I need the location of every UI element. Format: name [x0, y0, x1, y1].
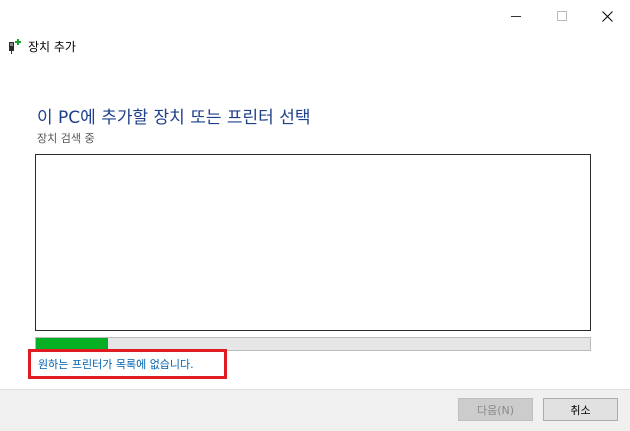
close-button[interactable] [584, 0, 630, 32]
printer-not-listed-link[interactable]: 원하는 프린터가 목록에 없습니다. [38, 356, 194, 372]
minimize-button[interactable] [493, 0, 539, 32]
search-status: 장치 검색 중 [37, 132, 95, 145]
maximize-icon [557, 11, 567, 21]
minimize-icon [511, 15, 521, 17]
add-device-icon [9, 39, 21, 54]
window-header: 장치 추가 [8, 36, 76, 56]
footer-bar [0, 389, 630, 431]
cancel-button[interactable]: 취소 [543, 398, 618, 421]
page-title: 이 PC에 추가할 장치 또는 프린터 선택 [37, 108, 311, 128]
device-list[interactable] [35, 154, 591, 331]
add-device-window: 장치 추가 이 PC에 추가할 장치 또는 프린터 선택 장치 검색 중 원하는… [0, 0, 630, 431]
next-button[interactable]: 다음(N) [458, 398, 533, 421]
close-icon [601, 10, 613, 22]
maximize-button[interactable] [539, 0, 585, 32]
window-title: 장치 추가 [28, 39, 76, 54]
title-bar [0, 0, 630, 32]
